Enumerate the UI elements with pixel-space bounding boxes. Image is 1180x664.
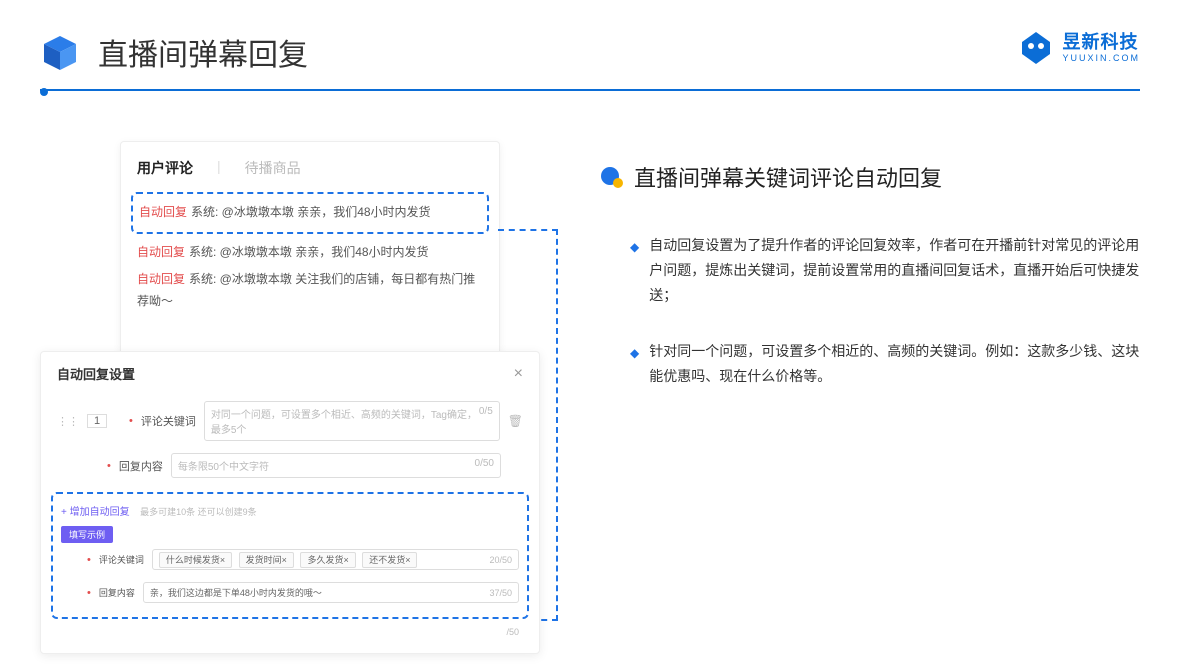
content-label: 回复内容	[119, 458, 163, 474]
tag-chip[interactable]: 什么时候发货×	[159, 552, 232, 568]
required-marker: •	[107, 460, 111, 472]
brand-icon	[1018, 30, 1054, 66]
bubble-icon	[600, 165, 624, 189]
ex-keyword-label: 评论关键词	[99, 553, 144, 566]
reply-row: 自动回复系统: @冰墩墩本墩 亲亲，我们48小时内发货	[137, 242, 483, 264]
add-auto-reply-link[interactable]: + 增加自动回复	[61, 507, 130, 518]
tag-chip[interactable]: 多久发货×	[300, 552, 355, 568]
keyword-input[interactable]: 对同一个问题，可设置多个相近、高频的关键词，Tag确定，最多5个 0/5	[204, 401, 500, 441]
example-section: + 增加自动回复 最多可建10条 还可以创建9条 填写示例 • 评论关键词 什么…	[51, 492, 529, 619]
example-badge: 填写示例	[61, 526, 113, 543]
page-title: 直播间弹幕回复	[98, 30, 308, 74]
brand-logo: 昱新科技 YUUXIN.COM	[1018, 30, 1140, 66]
reply-row: 自动回复系统: @冰墩墩本墩 关注我们的店铺，每日都有热门推荐呦～	[137, 269, 483, 312]
tag-chip[interactable]: 还不发货×	[362, 552, 417, 568]
add-hint: 最多可建10条 还可以创建9条	[140, 507, 257, 517]
tab-pending-goods[interactable]: 待播商品	[245, 158, 301, 178]
auto-reply-settings-card: 自动回复设置 × ⋮⋮ 1 • 评论关键词 对同一个问题，可设置多个相近、高频的…	[40, 351, 540, 654]
reply-text: 系统: @冰墩墩本墩 亲亲，我们48小时内发货	[189, 245, 429, 259]
diamond-icon: ◆	[630, 343, 639, 393]
keyword-label: 评论关键词	[141, 413, 196, 429]
tab-user-comments[interactable]: 用户评论	[137, 158, 193, 178]
bullet-item: ◆ 针对同一个问题，可设置多个相近的、高频的关键词。例如：这款多少钱、这块能优惠…	[600, 339, 1140, 389]
diamond-icon: ◆	[630, 237, 639, 313]
settings-title: 自动回复设置	[57, 364, 135, 383]
reply-text: 系统: @冰墩墩本墩 关注我们的店铺，每日都有热门推荐呦～	[137, 272, 475, 308]
comments-card: 用户评论 | 待播商品 自动回复系统: @冰墩墩本墩 亲亲，我们48小时内发货 …	[120, 141, 500, 379]
index-input[interactable]: 1	[87, 414, 107, 428]
page-header: 直播间弹幕回复	[0, 0, 1180, 89]
drag-handle-icon[interactable]: ⋮⋮	[57, 415, 79, 428]
auto-reply-tag: 自动回复	[139, 205, 187, 219]
trash-icon[interactable]: 🗑	[508, 414, 523, 428]
brand-name: 昱新科技	[1062, 33, 1140, 53]
required-marker: •	[129, 415, 133, 427]
ex-content-input[interactable]: 亲，我们这边都是下单48小时内发货的哦～ 37/50	[143, 582, 519, 603]
bullet-item: ◆ 自动回复设置为了提升作者的评论回复效率，作者可在开播前针对常见的评论用户问题…	[600, 233, 1140, 309]
highlighted-reply: 自动回复系统: @冰墩墩本墩 亲亲，我们48小时内发货	[131, 192, 489, 234]
trailing-count: /50	[41, 627, 539, 643]
tag-chip[interactable]: 发货时间×	[239, 552, 294, 568]
header-divider	[40, 89, 1140, 91]
ex-content-label: 回复内容	[99, 586, 135, 599]
auto-reply-tag: 自动回复	[137, 245, 185, 259]
auto-reply-tag: 自动回复	[137, 272, 185, 286]
cube-icon	[40, 32, 80, 72]
brand-sub: YUUXIN.COM	[1062, 53, 1140, 63]
tab-separator: |	[217, 158, 221, 178]
tabs: 用户评论 | 待播商品	[137, 158, 483, 178]
content-input[interactable]: 每条限50个中文字符 0/50	[171, 453, 501, 478]
ex-keyword-input[interactable]: 什么时候发货× 发货时间× 多久发货× 还不发货× 20/50	[152, 549, 519, 570]
close-icon[interactable]: ×	[514, 365, 523, 383]
section-title: 直播间弹幕关键词评论自动回复	[634, 161, 942, 193]
section-heading: 直播间弹幕关键词评论自动回复	[600, 161, 1140, 193]
reply-text: 系统: @冰墩墩本墩 亲亲，我们48小时内发货	[191, 205, 431, 219]
